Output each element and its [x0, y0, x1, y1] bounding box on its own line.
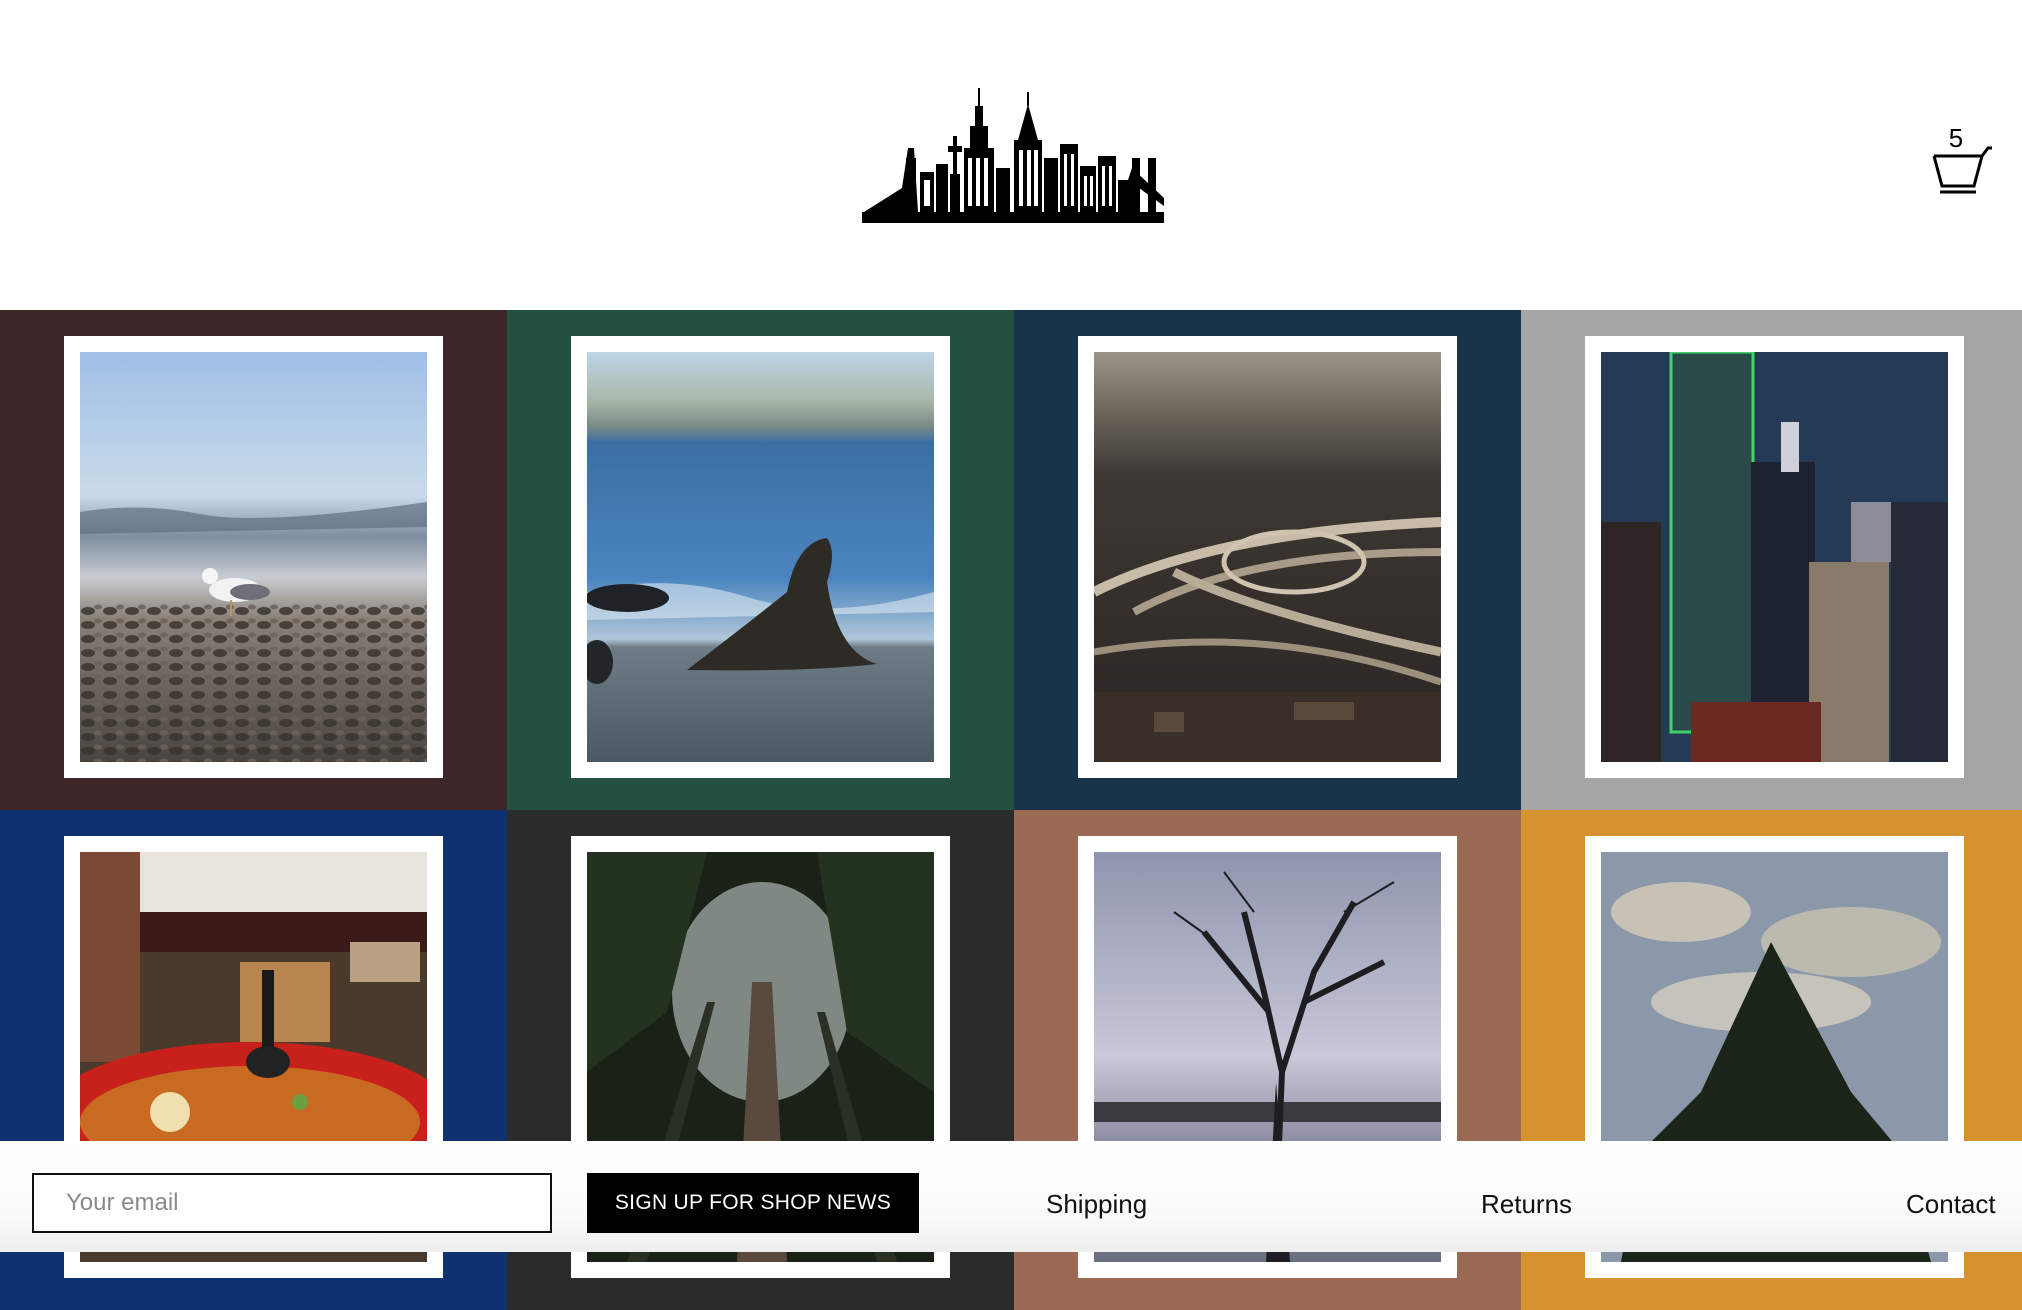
email-field[interactable] [32, 1173, 552, 1233]
site-header: 5 [0, 0, 2022, 310]
gallery-tile [507, 310, 1014, 810]
basket-icon [1932, 146, 1992, 194]
skyscrapers-photo [1601, 352, 1948, 762]
highway-photo [1094, 352, 1441, 762]
signup-button[interactable]: SIGN UP FOR SHOP NEWS [587, 1173, 919, 1233]
seagull-photo [80, 352, 427, 762]
product-card-seagull[interactable] [64, 336, 443, 778]
contact-link[interactable]: Contact [1906, 1189, 1996, 1219]
returns-link[interactable]: Returns [1481, 1189, 1572, 1219]
gallery-tile [1521, 310, 2022, 810]
city-skyline-logo[interactable] [862, 88, 1164, 223]
cart-button[interactable]: 5 [1928, 120, 2000, 200]
product-card-sea-lion[interactable] [571, 336, 950, 778]
footer-bar: SIGN UP FOR SHOP NEWS Shipping Returns C… [0, 1141, 2022, 1252]
product-card-highway[interactable] [1078, 336, 1457, 778]
skyline-graphic [862, 88, 1164, 223]
sea-lion-photo [587, 352, 934, 762]
gallery-tile [1014, 310, 1521, 810]
gallery-tile [0, 310, 507, 810]
shipping-link[interactable]: Shipping [1046, 1189, 1147, 1219]
product-card-skyscrapers[interactable] [1585, 336, 1964, 778]
